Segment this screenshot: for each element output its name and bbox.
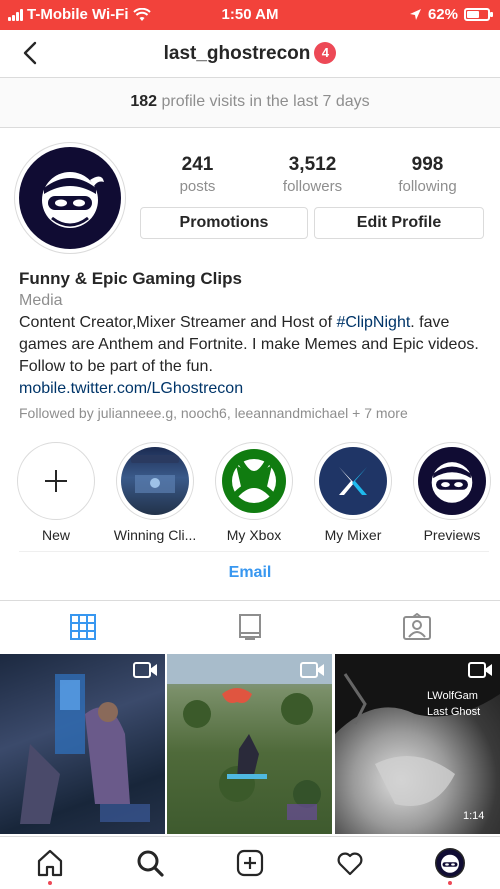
profile-stats: 241 posts 3,512 followers 998 following: [140, 154, 485, 195]
status-right: 62%: [409, 6, 493, 23]
video-icon: [133, 662, 157, 678]
bio-text: Content Creator,Mixer Streamer and Host …: [19, 312, 489, 378]
home-icon: [37, 849, 63, 877]
grid-post[interactable]: LWolfGam Last Ghost 1:14: [335, 654, 500, 834]
email-button[interactable]: Email: [0, 564, 500, 582]
highlight-label: Previews: [423, 527, 481, 543]
gameplay-scene: [335, 654, 500, 806]
battery-fill: [467, 11, 480, 18]
stat-value: 998: [411, 154, 444, 175]
battery-percent: 62%: [427, 6, 458, 23]
heart-icon: [337, 852, 363, 876]
mixer-logo-icon: [339, 467, 367, 495]
highlight-cover: [18, 443, 94, 519]
highlight-cover: [418, 447, 486, 515]
grid-icon: [70, 614, 96, 640]
tab-tagged[interactable]: [334, 601, 500, 653]
video-icon: [468, 662, 492, 678]
ninja-face-icon: [431, 462, 473, 503]
profile-avatar[interactable]: [14, 142, 126, 254]
nav-new-post[interactable]: [200, 837, 300, 889]
plus-icon: [45, 470, 67, 492]
nav-home[interactable]: [0, 837, 100, 889]
search-icon: [137, 850, 164, 877]
tagged-person-icon: [403, 613, 431, 640]
ninja-logo: [19, 147, 121, 249]
username: last_ghostrecon: [163, 43, 311, 64]
gameplay-scene: [20, 674, 150, 824]
highlight-ring: [116, 442, 194, 520]
stat-value: 3,512: [288, 154, 337, 175]
highlight-ring: [215, 442, 293, 520]
bio-hashtag[interactable]: #ClipNight: [336, 314, 410, 331]
grid-post[interactable]: [0, 654, 165, 834]
video-icon: [300, 662, 324, 678]
xbox-logo-icon: [222, 449, 286, 513]
ninja-face-icon: [42, 172, 104, 228]
add-post-icon: [236, 849, 264, 877]
followed-by-text[interactable]: Followed by julianneee.g, nooch6, leeann…: [19, 405, 408, 421]
bottom-tab-bar: [0, 836, 500, 889]
highlight-my-mixer[interactable]: My Mixer: [308, 442, 398, 543]
profile-header: last_ghostrecon 4: [0, 30, 500, 78]
stat-label: posts: [179, 178, 216, 195]
profile-avatar-icon: [435, 848, 465, 878]
nav-profile[interactable]: [400, 837, 500, 889]
stat-posts[interactable]: 241 posts: [140, 154, 255, 195]
profile-category: Media: [19, 292, 63, 309]
visits-text: profile visits in the last 7 days: [161, 93, 370, 110]
stat-value: 241: [181, 154, 214, 175]
overlay-timer: 1:14: [463, 810, 485, 822]
notification-dot: [48, 881, 52, 885]
gameplay-thumbnail-icon: [131, 455, 179, 493]
notification-badge: 4: [314, 42, 337, 64]
highlight-ring: [314, 442, 392, 520]
status-bar: T-Mobile Wi-Fi 1:50 AM 62%: [0, 0, 500, 30]
highlight-winning-clips[interactable]: Winning Cli...: [110, 442, 200, 543]
highlight-previews[interactable]: Previews: [407, 442, 497, 543]
highlight-cover: [121, 447, 189, 515]
bio-text-start: Content Creator,Mixer Streamer and Host …: [19, 314, 337, 331]
promotions-button[interactable]: Promotions: [140, 207, 308, 239]
nav-activity[interactable]: [300, 837, 400, 889]
stat-following[interactable]: 998 following: [370, 154, 485, 195]
highlight-new[interactable]: New: [11, 442, 101, 543]
highlight-cover: [220, 447, 288, 515]
username-title[interactable]: last_ghostrecon 4: [0, 42, 500, 65]
nav-search[interactable]: [100, 837, 200, 889]
highlight-label: Winning Cli...: [113, 527, 197, 543]
location-arrow-icon: [409, 9, 421, 20]
profile-visits-banner[interactable]: 182 profile visits in the last 7 days: [0, 78, 500, 128]
highlight-ring: [17, 442, 95, 520]
notification-dot: [448, 881, 452, 885]
tv-icon: [239, 614, 261, 640]
display-name: Funny & Epic Gaming Clips: [19, 269, 242, 288]
profile-bio: Funny & Epic Gaming Clips Media Content …: [19, 268, 489, 400]
edit-profile-button[interactable]: Edit Profile: [314, 207, 484, 239]
highlight-cover: [319, 447, 387, 515]
profile-tabs: [0, 600, 500, 653]
highlight-label: My Xbox: [226, 527, 282, 543]
tab-grid[interactable]: [0, 601, 166, 653]
overlay-text: LWolfGam: [427, 690, 478, 702]
story-highlights: New Winning Cli... My Xbox My Mixer Prev…: [0, 442, 500, 546]
bio-website-link[interactable]: mobile.twitter.com/LGhostrecon: [19, 378, 489, 400]
divider: [19, 551, 489, 552]
overlay-text: Last Ghost: [427, 706, 481, 718]
highlight-label: My Mixer: [324, 527, 382, 543]
highlight-label: New: [41, 527, 70, 543]
battery-icon: [464, 8, 493, 21]
highlight-my-xbox[interactable]: My Xbox: [209, 442, 299, 543]
stat-label: followers: [282, 178, 343, 195]
stat-label: following: [398, 178, 457, 195]
tab-igtv[interactable]: [167, 601, 333, 653]
stat-followers[interactable]: 3,512 followers: [255, 154, 370, 195]
posts-grid: LWolfGam Last Ghost 1:14: [0, 654, 500, 834]
visits-count: 182: [130, 93, 158, 110]
gameplay-scene: [167, 654, 332, 820]
highlight-ring: [413, 442, 491, 520]
grid-post[interactable]: [167, 654, 332, 834]
